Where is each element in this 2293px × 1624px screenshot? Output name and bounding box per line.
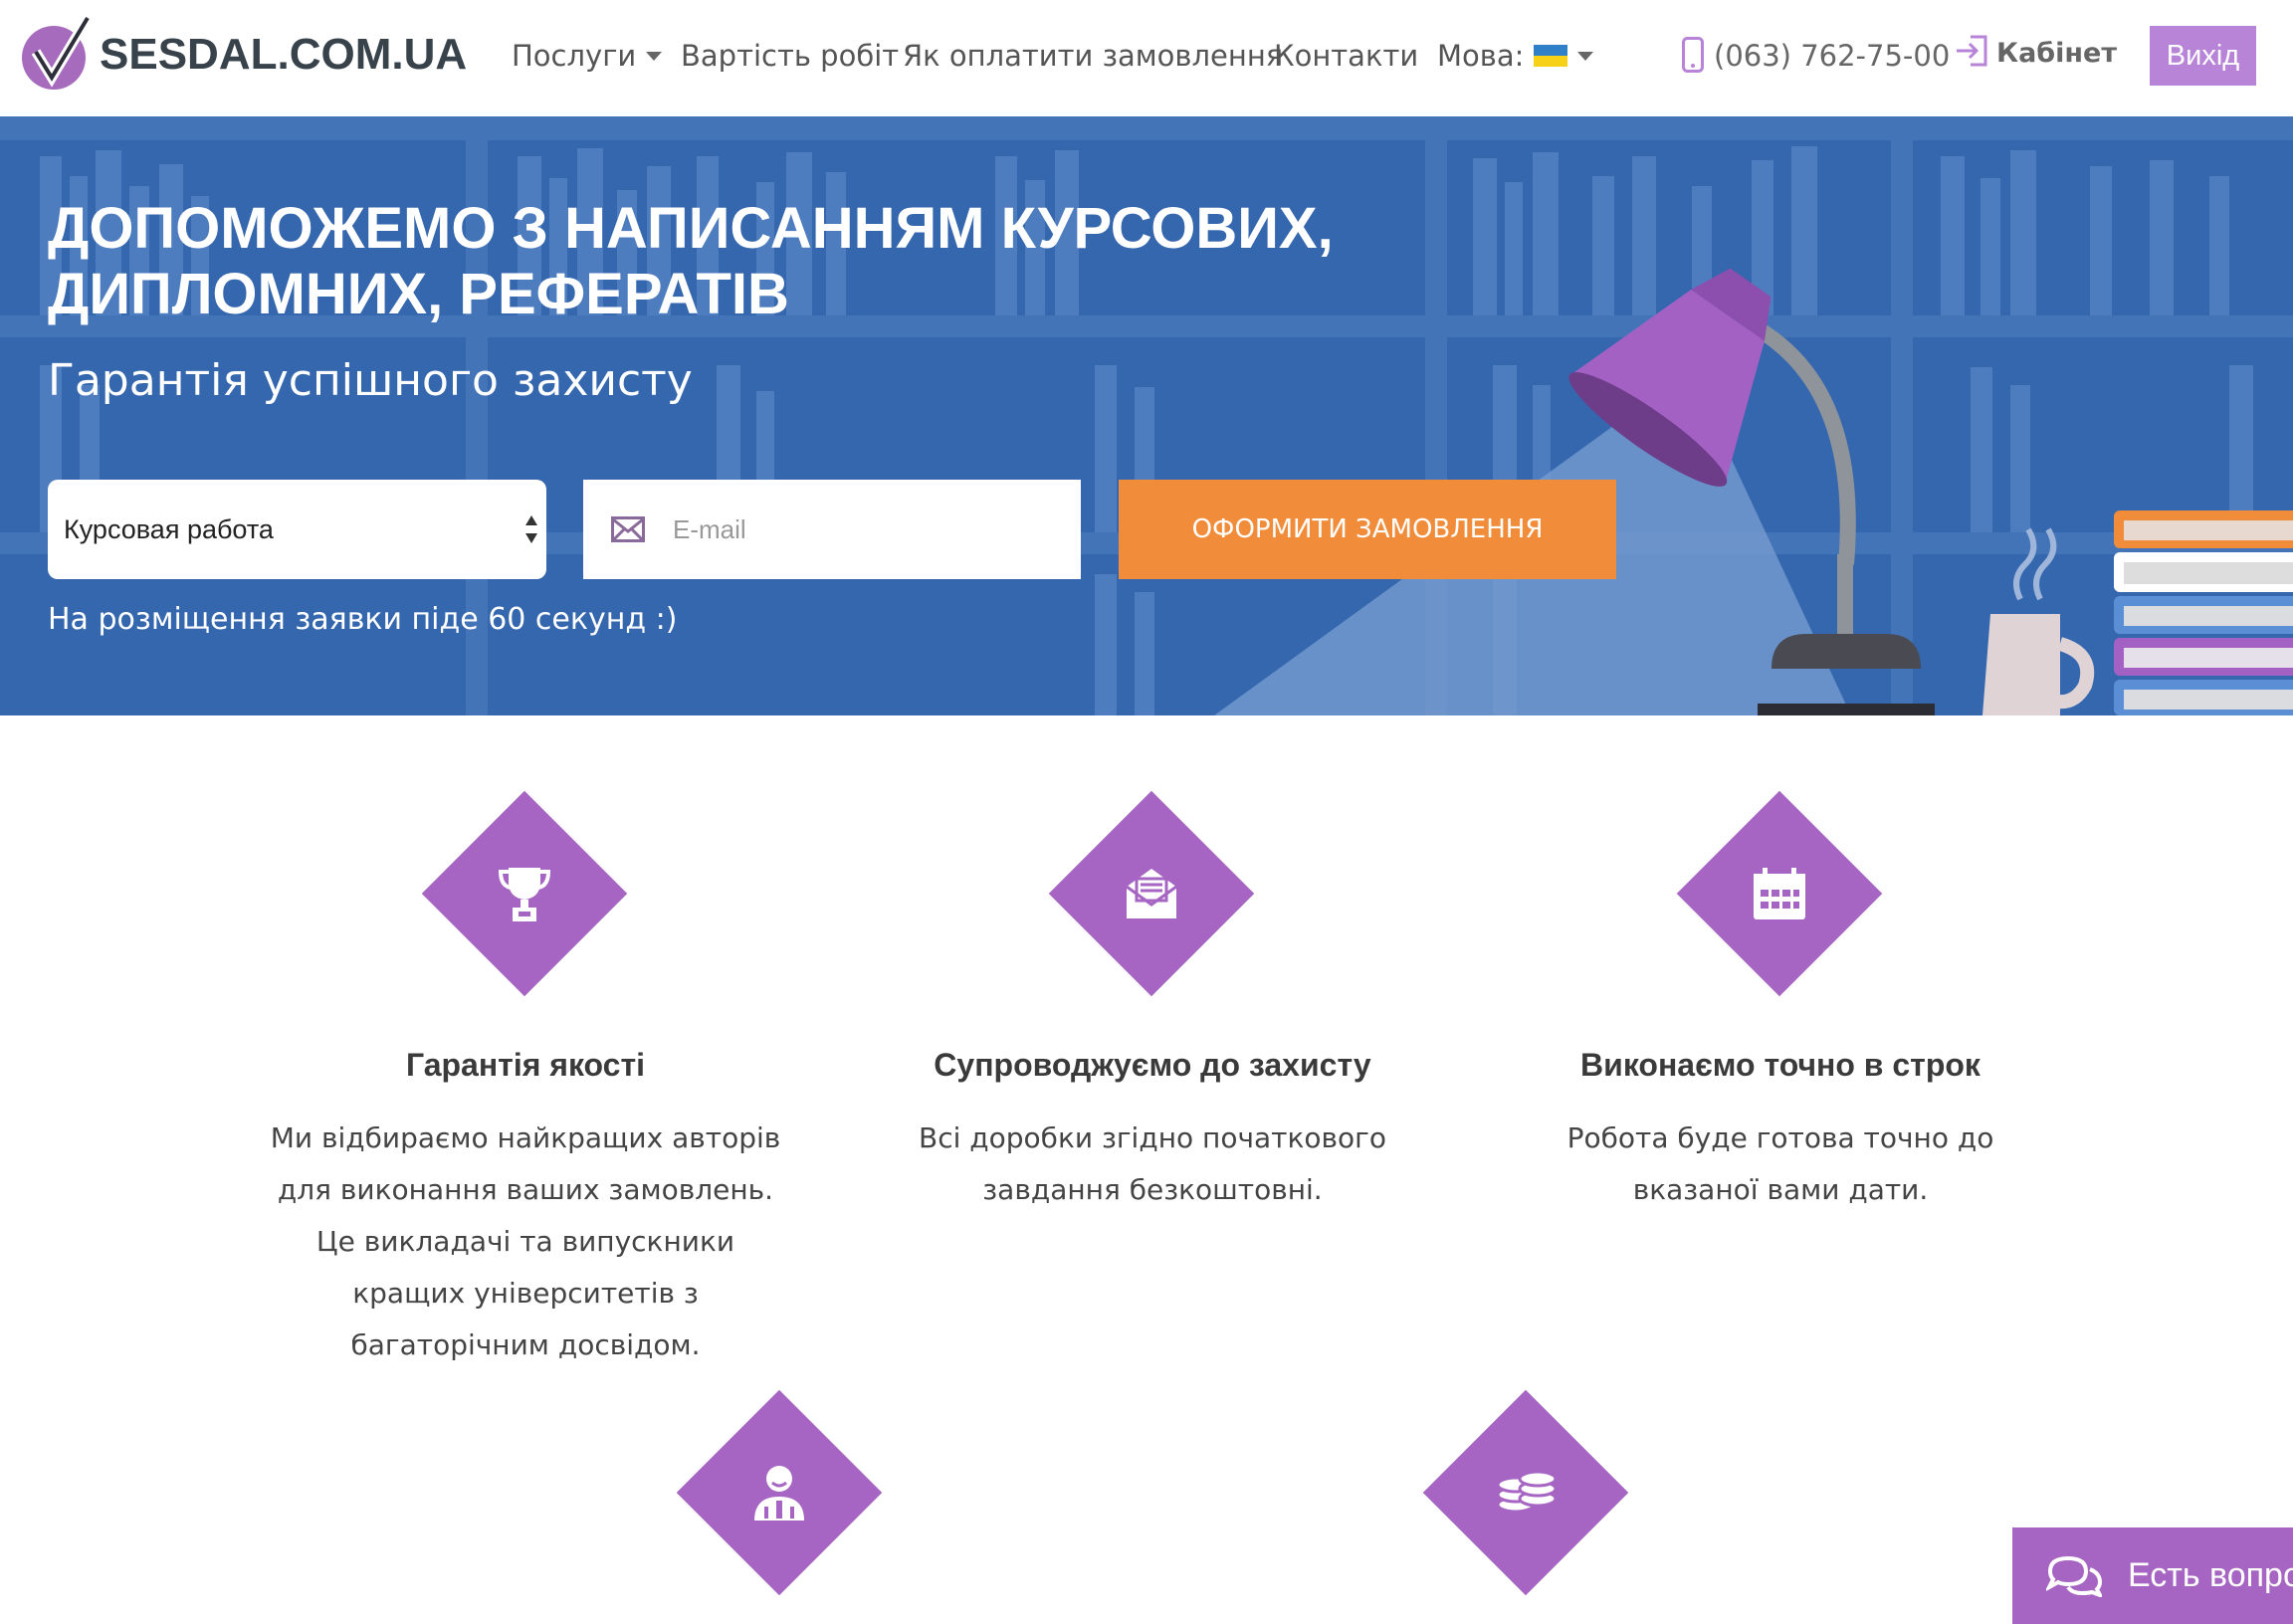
feature-text: Всі доробки згідно початкового завдання … (919, 1121, 1386, 1206)
email-field[interactable]: E-mail (583, 480, 1081, 579)
site-header: SESDAL.COM.UA Послуги Вартість робіт Як … (0, 0, 2293, 116)
hero-banner: Допоможемо з написанням курсових, диплом… (0, 116, 2293, 715)
coins-icon (1486, 1453, 1565, 1532)
hero-title: Допоможемо з написанням курсових, диплом… (48, 196, 1334, 327)
phone-number: (063) 762-75-00 (1714, 39, 1951, 73)
select-arrows-icon (525, 515, 537, 543)
chat-widget[interactable]: Есть вопросы? (2012, 1527, 2293, 1624)
feature-title: Супроводжуємо до захисту (934, 1047, 1371, 1083)
submit-order-button[interactable]: ОФОРМИТИ ЗАМОВЛЕННЯ (1119, 480, 1616, 579)
language-label: Мова: (1437, 39, 1525, 73)
mobile-phone-icon (1682, 37, 1704, 73)
email-placeholder: E-mail (673, 514, 746, 544)
nav-services-label: Послуги (512, 39, 637, 73)
logo-text: SESDAL.COM.UA (100, 30, 468, 79)
logo-checkmark-icon (22, 15, 93, 90)
ukraine-flag-icon (1534, 45, 1568, 67)
language-selector[interactable]: Мова: (1437, 34, 1594, 78)
chevron-down-icon (1577, 51, 1594, 61)
nav-pricing[interactable]: Вартість робіт (681, 34, 899, 78)
chat-bubbles-icon (2046, 1555, 2102, 1597)
envelope-open-icon (1112, 854, 1191, 933)
support-agent-icon (739, 1453, 819, 1532)
feature-title: Гарантія якості (405, 1047, 646, 1083)
nav-how-to-pay[interactable]: Як оплатити замовлення (903, 34, 1283, 78)
cabinet-link[interactable]: Кабінет (1955, 32, 2117, 76)
cabinet-label: Кабінет (1996, 38, 2118, 69)
envelope-icon (611, 516, 645, 542)
hero-note: На розміщення заявки піде 60 секунд :) (48, 602, 678, 637)
feature-text: Ми відбираємо найкращих авторів для вико… (270, 1121, 781, 1361)
nav-contacts[interactable]: Контакти (1274, 34, 1418, 78)
work-type-select[interactable]: Курсовая работа (48, 480, 546, 579)
logout-button[interactable]: Вихід (2150, 26, 2256, 86)
feature-title: Виконаємо точно в строк (1580, 1047, 1980, 1083)
chat-label: Есть вопросы? (2128, 1556, 2293, 1594)
work-type-value: Курсовая работа (64, 514, 274, 544)
feature-text: Робота буде готова точно до вказаної вам… (1566, 1121, 1994, 1206)
site-logo[interactable]: SESDAL.COM.UA (14, 12, 467, 98)
phone-link[interactable]: (063) 762-75-00 (1682, 34, 1950, 78)
hero-subtitle: Гарантія успішного захисту (48, 355, 693, 406)
trophy-icon (485, 854, 564, 933)
calendar-icon (1740, 854, 1819, 933)
chevron-down-icon (646, 51, 663, 61)
sign-in-icon (1957, 35, 1987, 66)
hero-title-line-2: дипломних, рефератів (48, 262, 789, 326)
nav-services[interactable]: Послуги (512, 34, 663, 78)
hero-title-line-1: Допоможемо з написанням курсових, (48, 196, 1334, 261)
